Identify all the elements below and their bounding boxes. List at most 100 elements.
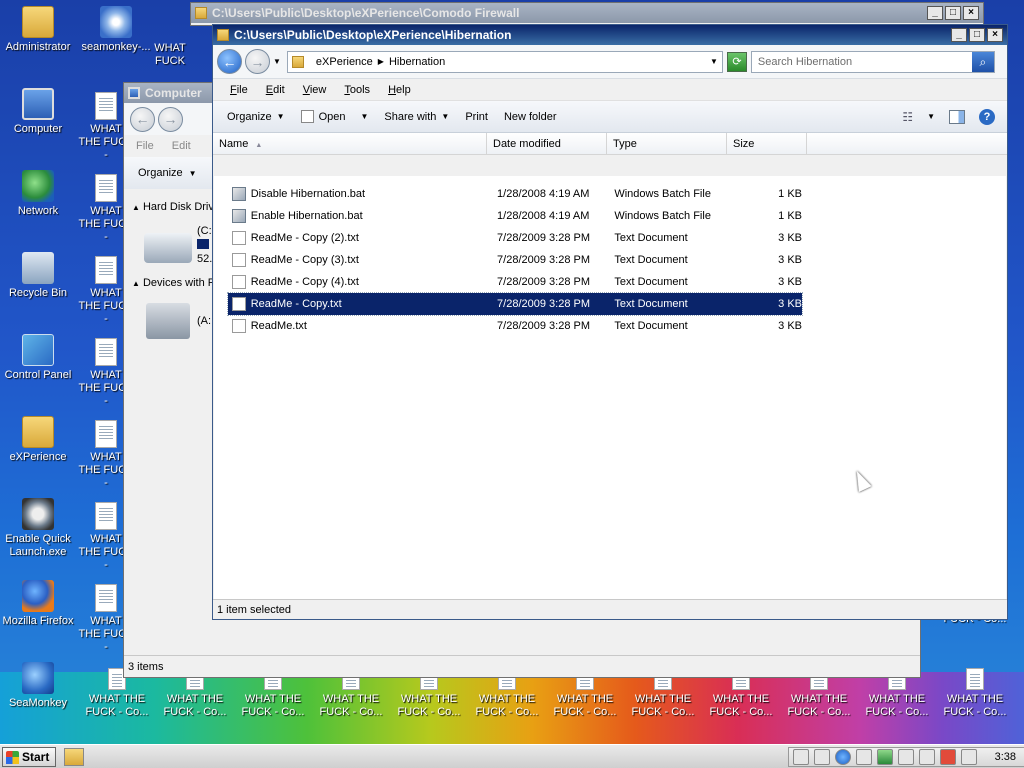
computer-icon — [22, 88, 54, 120]
desktop-doc-label: WHAT FUCK — [154, 42, 186, 67]
desktop-icon[interactable]: Control Panel — [0, 334, 76, 382]
file-row[interactable]: ReadMe - Copy (2).txt 7/28/2009 3:28 PM Te… — [228, 227, 802, 249]
desktop-icon[interactable]: Enable Quick Launch.exe — [0, 498, 76, 559]
file-row[interactable]: ReadMe - Copy (4).txt 7/28/2009 3:28 PM Te… — [228, 271, 802, 293]
preview-pane-icon[interactable] — [949, 109, 965, 124]
menu-bar: File Edit View Tools Help — [213, 79, 1007, 101]
file-row[interactable]: ReadMe.txt 7/28/2009 3:28 PM Text Document… — [228, 315, 802, 337]
file-name: ReadMe - Copy.txt — [250, 298, 342, 310]
menu-file[interactable]: File — [136, 140, 154, 152]
text-document-icon — [95, 256, 117, 284]
computer-icon — [128, 87, 140, 99]
floppy-drive-icon[interactable] — [146, 303, 190, 339]
file-list[interactable]: Disable Hibernation.bat 1/28/2008 4:19 AM… — [214, 176, 1006, 599]
close-button[interactable]: × — [963, 6, 979, 20]
open-button[interactable]: Open ▼ — [293, 110, 377, 123]
display-tray-icon[interactable] — [919, 749, 935, 765]
forward-button[interactable]: → — [158, 106, 183, 132]
desktop-icon[interactable]: Administrator — [0, 6, 76, 54]
desktop-icon-label: Enable Quick Launch.exe — [5, 533, 71, 558]
windows-tray-icon[interactable] — [814, 749, 830, 765]
drive-c-label: (C: — [197, 225, 212, 237]
network-tray-icon[interactable] — [793, 749, 809, 765]
breadcrumb-item[interactable]: Hibernation — [389, 56, 445, 68]
maximize-button[interactable]: □ — [945, 6, 961, 20]
document-tray-icon[interactable] — [856, 749, 872, 765]
clock[interactable]: 3:38 — [995, 751, 1024, 763]
minimize-button[interactable]: _ — [927, 6, 943, 20]
desktop-doc-icon[interactable]: WHAT THE FUCK - Co... — [936, 668, 1014, 719]
desktop-icon[interactable]: Recycle Bin — [0, 252, 76, 300]
breadcrumb-item[interactable]: eXPerience — [316, 56, 373, 68]
refresh-icon[interactable]: ⟳ — [726, 51, 747, 72]
alert-tray-icon[interactable] — [940, 749, 956, 765]
text-document-icon — [95, 92, 117, 120]
group-devices[interactable]: ▲ Devices with R — [132, 277, 216, 289]
back-button[interactable]: ← — [217, 49, 242, 74]
file-date-modified: 1/28/2008 4:19 AM — [497, 210, 590, 222]
desktop-icon[interactable]: SeaMonkey — [0, 662, 76, 710]
file-row[interactable]: ReadMe - Copy.txt 7/28/2009 3:28 PM Text D… — [227, 292, 803, 316]
explorer-titlebar[interactable]: C:\Users\Public\Desktop\eXPerience\Hiber… — [213, 25, 1007, 45]
user-folder-icon — [22, 6, 54, 38]
desktop-doc-label: WHAT THE FUCK - Co... — [241, 693, 305, 718]
recent-pages-chevron-icon[interactable]: ▼ — [273, 57, 281, 66]
file-row[interactable]: Enable Hibernation.bat 1/28/2008 4:19 AM W… — [228, 205, 802, 227]
file-row[interactable]: Disable Hibernation.bat 1/28/2008 4:19 AM… — [228, 183, 802, 205]
maximize-button[interactable]: □ — [969, 28, 985, 42]
address-dropdown-icon[interactable]: ▼ — [710, 57, 718, 66]
help-icon[interactable]: ? — [979, 108, 995, 125]
desktop-icon[interactable]: eXPerience — [0, 416, 76, 464]
file-row[interactable]: ReadMe - Copy (3).txt 7/28/2009 3:28 PM Te… — [228, 249, 802, 271]
close-button[interactable]: × — [987, 28, 1003, 42]
views-icon[interactable]: ☷ — [902, 110, 913, 124]
security-tray-icon[interactable] — [877, 749, 893, 765]
recycle-bin-icon — [22, 252, 54, 284]
desktop-icon[interactable]: Mozilla Firefox — [0, 580, 76, 628]
column-type[interactable]: Type — [607, 133, 727, 154]
column-name[interactable]: Name ▲ — [213, 133, 487, 154]
folder-icon — [217, 29, 229, 41]
explorer-taskbar-icon[interactable] — [64, 748, 84, 766]
new-folder-button[interactable]: New folder — [496, 111, 565, 123]
group-hard-disk[interactable]: ▲ Hard Disk Driv — [132, 201, 214, 213]
explorer-window[interactable]: C:\Users\Public\Desktop\eXPerience\Hiber… — [212, 24, 1008, 620]
menu-edit[interactable]: Edit — [172, 140, 191, 152]
column-date-modified[interactable]: Date modified — [487, 133, 607, 154]
menu-view[interactable]: View — [294, 84, 336, 96]
taskbar: Start 3:38 — [0, 744, 1024, 768]
organize-button[interactable]: Organize — [138, 167, 183, 179]
minimize-button[interactable]: _ — [951, 28, 967, 42]
desktop-icon[interactable]: Computer — [0, 88, 76, 136]
back-button[interactable]: ← — [130, 106, 155, 132]
volume-icon[interactable] — [961, 749, 977, 765]
menu-tools[interactable]: Tools — [335, 84, 379, 96]
flag-icon[interactable] — [898, 749, 914, 765]
desktop-icon[interactable]: Network — [0, 170, 76, 218]
breadcrumb-separator-icon[interactable]: ▶ — [378, 57, 384, 66]
search-input[interactable]: Search Hibernation ⌕ — [750, 50, 995, 73]
print-button[interactable]: Print — [457, 111, 496, 123]
comodo-window[interactable]: C:\Users\Public\Desktop\eXPerience\Comod… — [190, 2, 984, 26]
organize-button[interactable]: Organize ▼ — [219, 111, 293, 123]
start-button[interactable]: Start — [2, 747, 56, 767]
column-size[interactable]: Size — [727, 133, 807, 154]
address-bar[interactable]: eXPerience ▶ Hibernation ▼ — [286, 50, 723, 73]
share-with-button[interactable]: Share with ▼ — [376, 111, 457, 123]
desktop-doc-icon[interactable]: WHAT FUCK — [150, 42, 190, 68]
seamonkey-tray-icon[interactable] — [835, 749, 851, 765]
search-icon[interactable]: ⌕ — [971, 51, 994, 72]
forward-button[interactable]: → — [245, 49, 270, 74]
file-name: ReadMe.txt — [250, 320, 307, 332]
views-chevron-icon[interactable]: ▼ — [927, 112, 935, 121]
menu-file[interactable]: File — [221, 84, 257, 96]
hard-drive-icon[interactable] — [144, 233, 192, 263]
collapse-icon: ▲ — [132, 203, 140, 212]
comodo-titlebar[interactable]: C:\Users\Public\Desktop\eXPerience\Comod… — [191, 3, 983, 23]
menu-edit[interactable]: Edit — [257, 84, 294, 96]
menu-help[interactable]: Help — [379, 84, 420, 96]
desktop-icon-seamonkey-setup[interactable]: seamonkey-... — [78, 6, 154, 54]
file-size: 3 KB — [778, 276, 803, 288]
desktop-doc-label: WHAT THE FUCK - Co... — [865, 693, 929, 718]
batch-file-icon — [232, 209, 246, 223]
